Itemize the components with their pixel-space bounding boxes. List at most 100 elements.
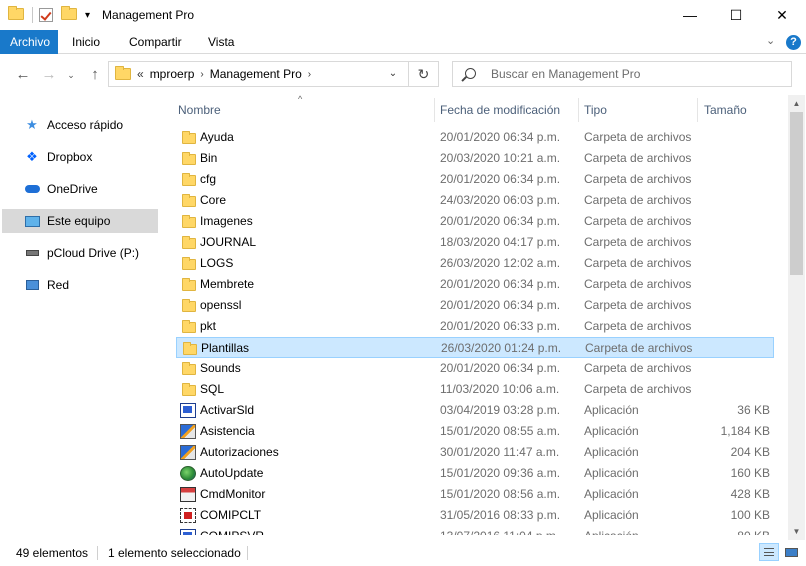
table-row[interactable]: openssl 20/01/2020 06:34 p.m. Carpeta de a…	[176, 295, 774, 316]
forward-button[interactable]: →	[38, 64, 60, 86]
file-date: 15/01/2020 08:56 a.m.	[440, 487, 561, 501]
scroll-thumb[interactable]	[790, 112, 803, 275]
nav-item-red[interactable]: Red	[2, 273, 158, 297]
customize-toolbar-dropdown[interactable]: ▾	[85, 10, 90, 21]
help-icon[interactable]: ?	[786, 35, 801, 50]
table-row[interactable]: COMIPCLT 31/05/2016 08:33 p.m. Aplicación 1…	[176, 505, 774, 526]
nav-item-dropbox[interactable]: ❖ Dropbox	[2, 145, 158, 169]
table-row[interactable]: AutoUpdate 15/01/2020 09:36 a.m. Aplicació…	[176, 463, 774, 484]
breadcrumb-overflow[interactable]: «	[137, 67, 144, 81]
table-row[interactable]: pkt 20/01/2020 06:33 p.m. Carpeta de archi…	[176, 316, 774, 337]
minimize-button[interactable]: —	[667, 0, 713, 30]
status-separator	[97, 546, 98, 560]
refresh-button[interactable]: ↻	[408, 62, 438, 86]
search-box[interactable]	[452, 61, 792, 87]
file-date: 20/01/2020 06:34 p.m.	[440, 130, 561, 144]
table-row[interactable]: JOURNAL 18/03/2020 04:17 p.m. Carpeta de a…	[176, 232, 774, 253]
nav-item-este-equipo[interactable]: Este equipo	[2, 209, 158, 233]
status-bar: 49 elementos 1 elemento seleccionado	[0, 540, 806, 566]
table-row[interactable]: Sounds 20/01/2020 06:34 p.m. Carpeta de ar…	[176, 358, 774, 379]
table-row[interactable]: cfg 20/01/2020 06:34 p.m. Carpeta de archi…	[176, 169, 774, 190]
tab-archivo[interactable]: Archivo	[0, 30, 58, 54]
folder-icon	[115, 66, 131, 80]
table-row[interactable]: Plantillas 26/03/2020 01:24 p.m. Carpeta d…	[176, 337, 774, 358]
table-row[interactable]: LOGS 26/03/2020 12:02 a.m. Carpeta de arch…	[176, 253, 774, 274]
address-history-dropdown[interactable]: ⌄	[380, 62, 406, 86]
nav-item-acceso-rapido[interactable]: ★ Acceso rápido	[2, 113, 158, 137]
new-folder-icon[interactable]	[61, 6, 77, 22]
file-size	[690, 358, 770, 379]
file-name: Ayuda	[200, 130, 234, 144]
expand-ribbon-button[interactable]: ⌄	[766, 34, 775, 47]
details-view-button[interactable]	[759, 543, 779, 561]
up-button[interactable]: ↑	[84, 64, 106, 86]
table-row[interactable]: Imagenes 20/01/2020 06:34 p.m. Carpeta de …	[176, 211, 774, 232]
file-date: 15/01/2020 08:55 a.m.	[440, 424, 561, 438]
table-row[interactable]: Bin 20/03/2020 10:21 a.m. Carpeta de archi…	[176, 148, 774, 169]
column-header-fecha[interactable]: Fecha de modificación	[432, 98, 574, 122]
item-count: 49 elementos	[16, 546, 89, 560]
recent-locations-button[interactable]: ⌄	[60, 64, 82, 86]
table-row[interactable]: Core 24/03/2020 06:03 p.m. Carpeta de arch…	[176, 190, 774, 211]
file-name: ActivarSld	[200, 403, 255, 417]
table-row[interactable]: ActivarSld 03/04/2019 03:28 p.m. Aplicació…	[176, 400, 774, 421]
file-date: 03/04/2019 03:28 p.m.	[440, 403, 561, 417]
breadcrumb-separator[interactable]: ›	[308, 69, 311, 80]
file-date: 20/01/2020 06:34 p.m.	[440, 361, 561, 375]
file-date: 11/03/2020 10:06 a.m.	[440, 382, 560, 396]
close-button[interactable]: ✕	[759, 0, 805, 30]
large-icons-view-button[interactable]	[781, 543, 801, 561]
file-date: 20/01/2020 06:34 p.m.	[440, 172, 561, 186]
maximize-button[interactable]: ☐	[713, 0, 759, 30]
file-size	[690, 190, 770, 211]
breadcrumb-mproerp[interactable]: mproerp	[150, 67, 195, 81]
file-size	[690, 169, 770, 190]
table-row[interactable]: Membrete 20/01/2020 06:34 p.m. Carpeta de …	[176, 274, 774, 295]
application-icon	[180, 466, 196, 481]
table-row[interactable]: Ayuda 20/01/2020 06:34 p.m. Carpeta de arc…	[176, 127, 774, 148]
search-input[interactable]	[491, 66, 781, 82]
nav-item-onedrive[interactable]: OneDrive	[2, 177, 158, 201]
file-size	[690, 295, 770, 316]
scroll-down-button[interactable]: ▼	[788, 523, 805, 540]
file-size	[690, 148, 770, 169]
back-button[interactable]: ←	[12, 64, 34, 86]
properties-icon[interactable]	[39, 8, 55, 22]
file-name: Imagenes	[200, 214, 253, 228]
file-name: openssl	[200, 298, 242, 312]
file-name: AutoUpdate	[200, 466, 264, 480]
file-name: COMIPSVR	[200, 526, 264, 535]
column-header-tipo[interactable]: Tipo	[576, 98, 696, 122]
application-icon	[180, 424, 196, 439]
application-icon	[180, 487, 196, 502]
tab-compartir[interactable]: Compartir	[119, 30, 192, 54]
nav-item-pcloud-drive[interactable]: pCloud Drive (P:)	[2, 241, 158, 265]
file-size: 1,184 KB	[720, 424, 770, 438]
drive-icon	[24, 245, 40, 261]
folder-icon	[182, 236, 196, 249]
tab-inicio[interactable]: Inicio	[62, 30, 110, 54]
column-header-tamano[interactable]: Tamaño	[696, 98, 776, 122]
address-bar[interactable]: « mproerp › Management Pro › ⌄ ↻	[108, 61, 439, 87]
scroll-up-button[interactable]: ▲	[788, 95, 805, 112]
folder-icon	[182, 383, 196, 396]
network-icon	[24, 277, 40, 293]
file-size	[690, 127, 770, 148]
selection-count: 1 elemento seleccionado	[108, 546, 241, 560]
table-row[interactable]: Asistencia 15/01/2020 08:55 a.m. Aplicació…	[176, 421, 774, 442]
column-header-nombre[interactable]: Nombre	[170, 98, 430, 122]
table-row[interactable]: COMIPSVR 13/07/2016 11:04 p.m. Aplicación 8…	[176, 526, 774, 535]
breadcrumb-separator[interactable]: ›	[200, 69, 203, 80]
table-row[interactable]: Autorizaciones 30/01/2020 11:47 a.m. Aplic…	[176, 442, 774, 463]
file-date: 20/01/2020 06:34 p.m.	[440, 214, 561, 228]
computer-icon	[24, 213, 40, 229]
application-icon	[180, 403, 196, 418]
table-row[interactable]: SQL 11/03/2020 10:06 a.m. Carpeta de archi…	[176, 379, 774, 400]
file-type: Carpeta de archivos	[585, 341, 693, 355]
tab-vista[interactable]: Vista	[198, 30, 244, 54]
file-type: Carpeta de archivos	[584, 277, 692, 291]
table-row[interactable]: CmdMonitor 15/01/2020 08:56 a.m. Aplicació…	[176, 484, 774, 505]
vertical-scrollbar[interactable]: ▲ ▼	[788, 95, 805, 540]
file-type: Carpeta de archivos	[584, 298, 692, 312]
breadcrumb-management-pro[interactable]: Management Pro	[210, 67, 302, 81]
